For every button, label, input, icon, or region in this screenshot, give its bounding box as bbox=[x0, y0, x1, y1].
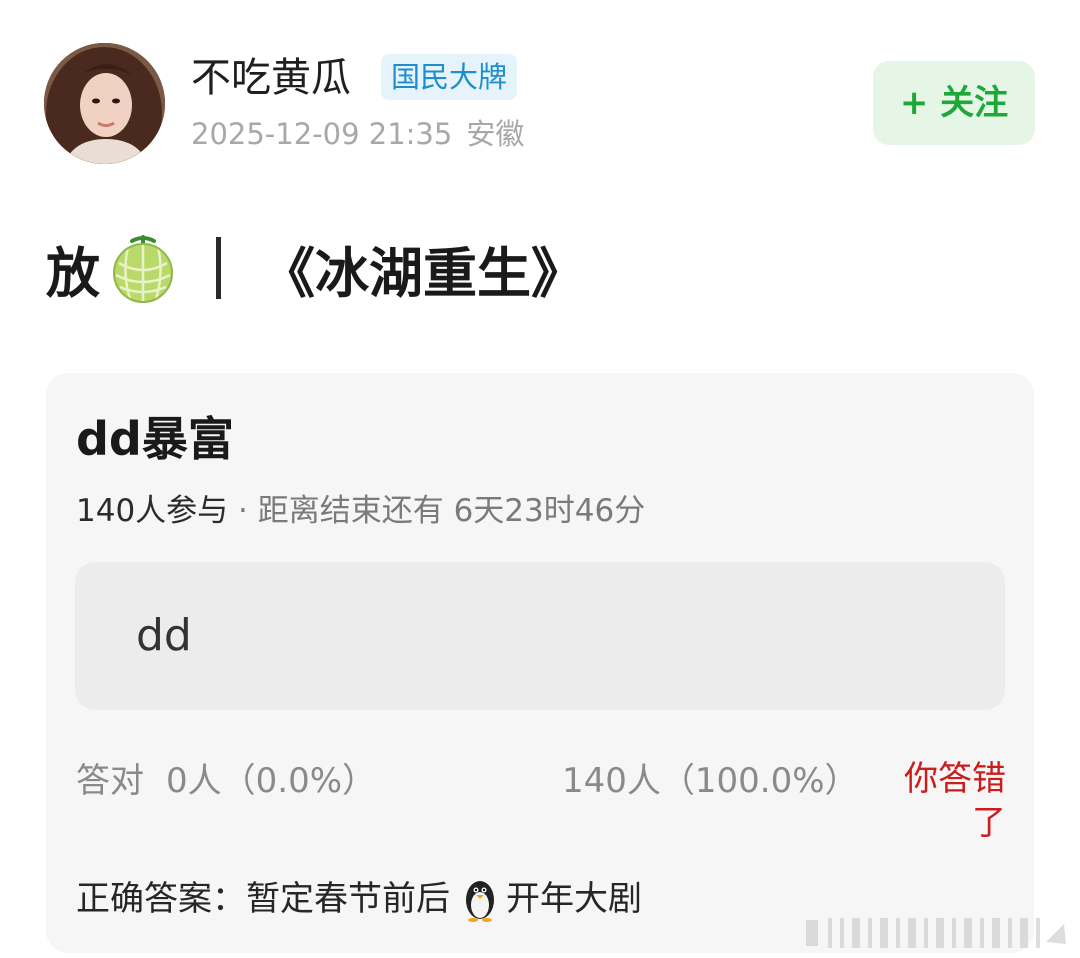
post-title: 放 《冰湖重生》 bbox=[46, 232, 585, 305]
post-date: 2025-12-09 21:35 bbox=[191, 117, 453, 151]
author-avatar[interactable] bbox=[44, 43, 165, 164]
author-badge: 国民大牌 bbox=[381, 54, 518, 100]
correct-answer-text-2: 开年大剧 bbox=[506, 879, 642, 919]
answer-option-label: dd bbox=[136, 610, 192, 661]
correct-count-label: 答对 bbox=[76, 761, 144, 801]
post-title-main: 《冰湖重生》 bbox=[261, 241, 585, 305]
watermark-logo bbox=[806, 918, 1066, 948]
participant-count: 140人参与 bbox=[76, 493, 229, 529]
correct-answer: 正确答案： 暂定春节前后 开年大剧 bbox=[76, 875, 642, 923]
post-title-prefix: 放 bbox=[46, 241, 100, 305]
title-separator bbox=[216, 237, 221, 299]
post-location: 安徽 bbox=[466, 117, 525, 151]
author-name[interactable]: 不吃黄瓜 bbox=[191, 50, 351, 106]
penguin-icon bbox=[466, 881, 494, 922]
result-text: 你答错了 bbox=[904, 759, 1006, 843]
correct-answer-text-1: 暂定春节前后 bbox=[246, 879, 450, 919]
quiz-title: dd暴富 bbox=[76, 412, 234, 466]
correct-count-value: 0人（0.0%） bbox=[166, 761, 377, 801]
answer-option[interactable]: dd bbox=[75, 562, 1005, 710]
post-meta: 2025-12-09 21:35 安徽 bbox=[191, 112, 524, 156]
quiz-card: dd暴富 140人参与 · 距离结束还有 6天23时46分 dd 答对 0人（0.… bbox=[46, 373, 1034, 953]
chosen-count: 140人（100.0%） bbox=[562, 761, 859, 801]
quiz-deadline: · 距离结束还有 6天23时46分 bbox=[228, 493, 646, 529]
correct-count: 答对 0人（0.0%） bbox=[76, 757, 376, 805]
melon-icon bbox=[113, 235, 173, 303]
avatar-image bbox=[44, 43, 165, 164]
follow-button[interactable]: + 关注 bbox=[873, 61, 1035, 145]
correct-answer-label: 正确答案： bbox=[76, 879, 246, 919]
quiz-stats: 140人参与 · 距离结束还有 6天23时46分 bbox=[76, 489, 645, 533]
